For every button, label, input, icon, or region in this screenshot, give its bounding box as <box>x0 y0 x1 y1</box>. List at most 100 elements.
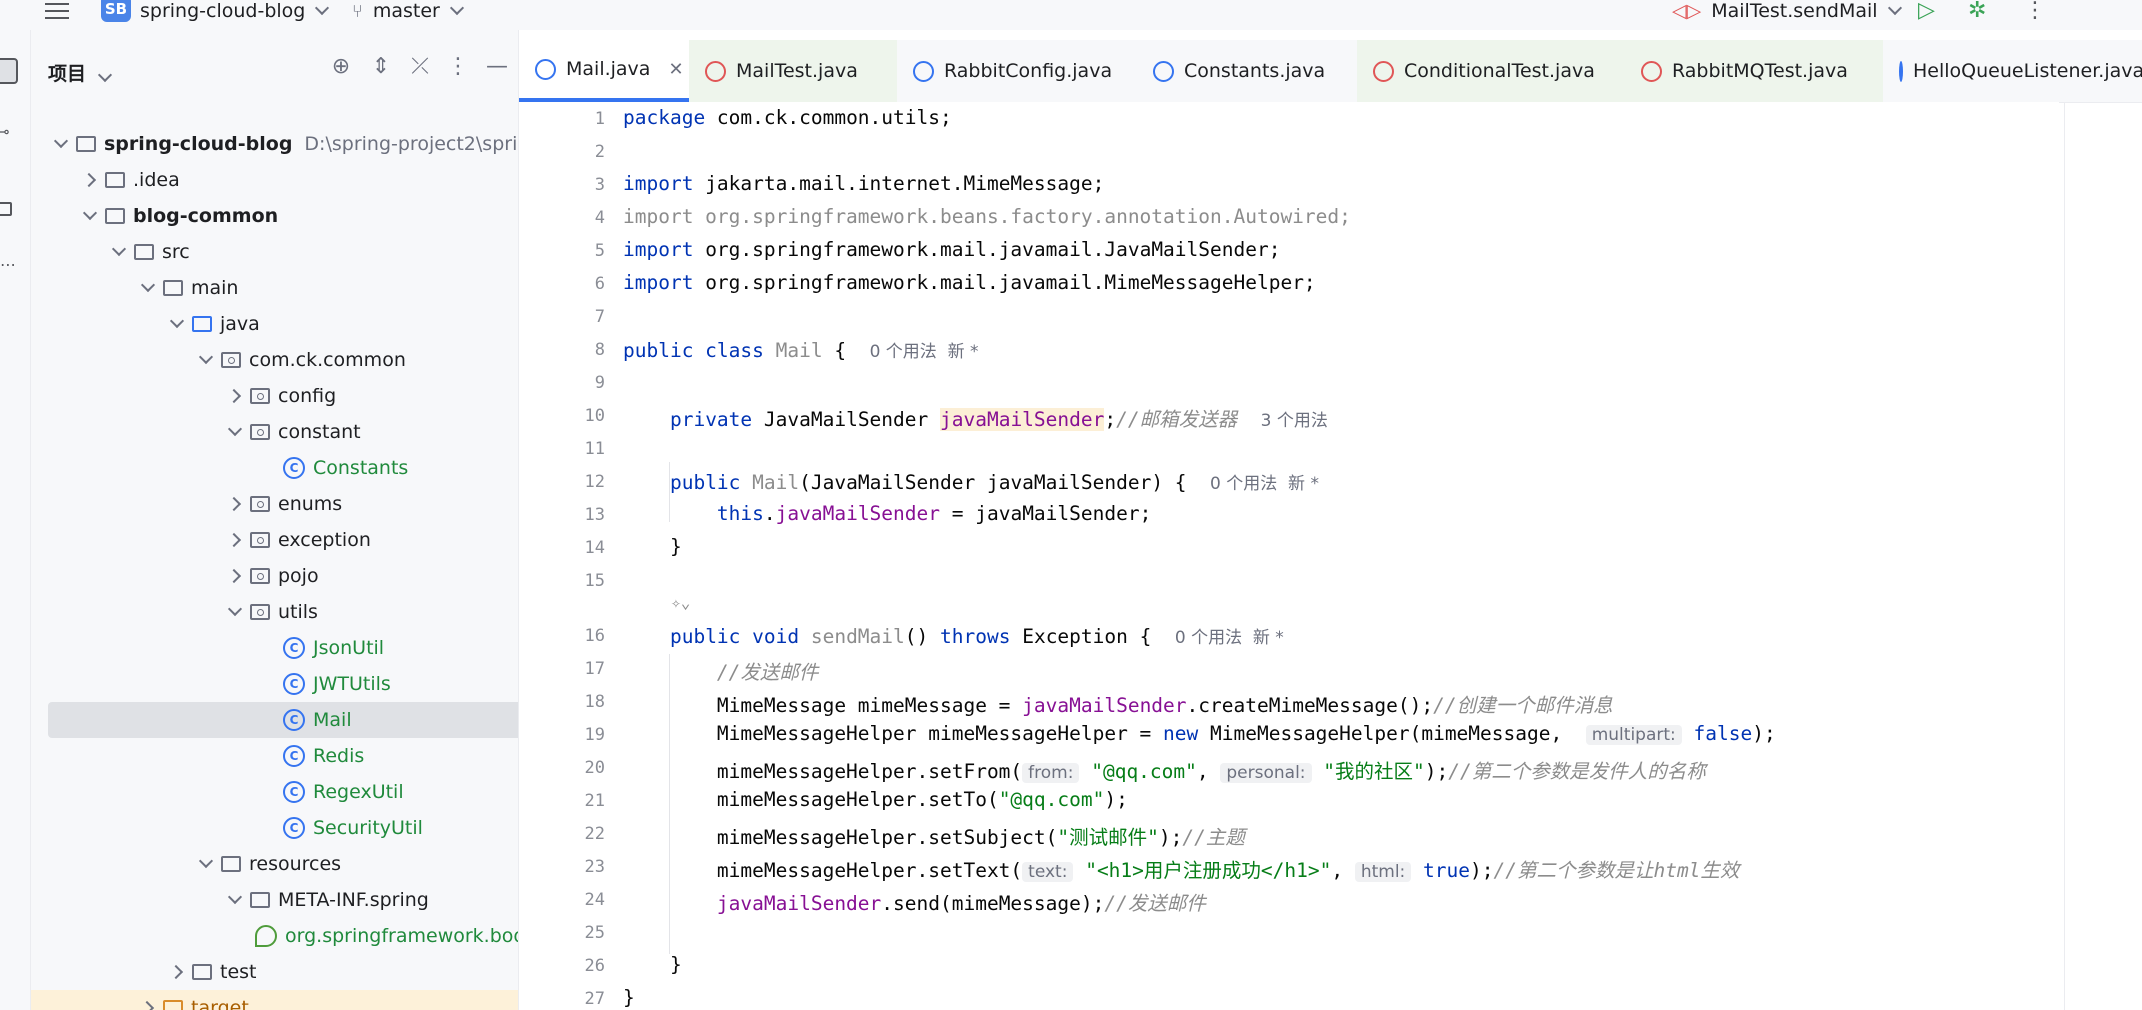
tree-label: com.ck.common <box>249 349 406 371</box>
expand-arrow-icon[interactable] <box>224 421 246 443</box>
tab-helloqueuelistener-java[interactable]: HelloQueueListener.java <box>1883 40 2142 102</box>
tool-window-strip: ⊸ ⋯ <box>0 30 31 1010</box>
structure-tool-icon[interactable] <box>0 202 12 216</box>
expand-arrow-icon[interactable] <box>50 133 72 155</box>
tree-item-redis[interactable]: C Redis <box>31 738 518 774</box>
code-line-6: import org.springframework.mail.javamail… <box>623 271 1316 294</box>
debug-icon[interactable]: ✲ <box>1968 0 1986 23</box>
line-number: 10 <box>584 406 605 426</box>
expand-all-icon[interactable]: ⇕ <box>368 54 394 79</box>
collapse-arrow-icon[interactable] <box>224 529 246 551</box>
tree-label: resources <box>249 853 342 875</box>
project-tool-icon[interactable] <box>0 58 18 84</box>
collapse-all-icon[interactable]: ⤫ <box>407 54 433 79</box>
class-icon <box>1153 60 1174 82</box>
tree-label: target <box>191 997 249 1010</box>
tree-item-idea[interactable]: .idea <box>31 162 518 198</box>
package-icon <box>221 352 241 368</box>
collapse-arrow-icon[interactable] <box>166 961 188 983</box>
tab-mailtest-java[interactable]: MailTest.java <box>689 40 897 102</box>
tree-item-resources[interactable]: resources <box>31 846 518 882</box>
tab-mail-java[interactable]: Mail.java ✕ <box>519 40 689 102</box>
commit-tool-icon[interactable]: ⊸ <box>0 122 9 141</box>
more-tools-icon[interactable]: ⋯ <box>0 255 16 274</box>
expand-arrow-icon[interactable] <box>224 889 246 911</box>
excluded-folder-icon <box>163 1000 183 1010</box>
expand-arrow-icon[interactable] <box>224 601 246 623</box>
test-class-icon <box>1641 60 1662 82</box>
tree-item-jsonutil[interactable]: C JsonUtil <box>31 630 518 666</box>
tree-item-target[interactable]: target <box>31 990 518 1010</box>
tree-item-securityutil[interactable]: C SecurityUtil <box>31 810 518 846</box>
tree-item-exception[interactable]: exception <box>31 522 518 558</box>
git-branch-icon: ⑂ <box>352 0 363 22</box>
tab-label: RabbitConfig.java <box>944 60 1113 82</box>
tree-item-spring-imports-file[interactable]: org.springframework.boot.a <box>31 918 518 954</box>
code-line-12: public Mail(JavaMailSender javaMailSende… <box>669 471 1319 494</box>
run-config-icon: ◁▷ <box>1672 0 1702 22</box>
tree-item-constant[interactable]: constant <box>31 414 518 450</box>
tree-item-test[interactable]: test <box>31 954 518 990</box>
expand-arrow-icon[interactable] <box>195 349 217 371</box>
expand-arrow-icon[interactable] <box>79 205 101 227</box>
code-line-17: //发送邮件 <box>716 661 819 684</box>
code-line-20: mimeMessageHelper.setFrom(from: "@qq.com… <box>716 760 1706 783</box>
tree-item-blog-common[interactable]: blog-common <box>31 198 518 234</box>
tree-label: SecurityUtil <box>313 817 423 839</box>
collapse-arrow-icon[interactable] <box>224 565 246 587</box>
tree-item-regexutil[interactable]: C RegexUtil <box>31 774 518 810</box>
tree-item-src[interactable]: src <box>31 234 518 270</box>
tab-rabbitmqtest-java[interactable]: RabbitMQTest.java <box>1625 40 1883 102</box>
ai-suggest-icon[interactable]: ✧⌄ <box>623 593 690 612</box>
class-icon <box>1899 60 1903 82</box>
project-selector[interactable]: spring-cloud-blog <box>140 0 330 22</box>
branch-selector[interactable]: ⑂ master <box>352 0 464 22</box>
line-number: 21 <box>584 791 605 811</box>
module-folder-icon <box>76 136 96 152</box>
main-menu-button[interactable] <box>44 0 70 22</box>
expand-arrow-icon[interactable] <box>195 853 217 875</box>
collapse-arrow-icon[interactable] <box>79 169 101 191</box>
line-number: 7 <box>594 307 605 327</box>
more-actions-icon[interactable]: ⋮ <box>2024 0 2046 23</box>
tree-item-enums[interactable]: enums <box>31 486 518 522</box>
expand-arrow-icon[interactable] <box>108 241 130 263</box>
test-class-icon <box>705 60 726 82</box>
run-config-selector[interactable]: ◁▷ MailTest.sendMail <box>1672 0 1902 22</box>
hide-panel-icon[interactable]: — <box>484 54 510 79</box>
project-panel-title[interactable]: 项目 <box>48 59 113 86</box>
collapse-arrow-icon[interactable] <box>224 385 246 407</box>
tree-item-pojo[interactable]: pojo <box>31 558 518 594</box>
collapse-arrow-icon[interactable] <box>224 493 246 515</box>
tab-constants-java[interactable]: Constants.java <box>1137 40 1357 102</box>
tree-item-utils[interactable]: utils <box>31 594 518 630</box>
expand-arrow-icon[interactable] <box>137 277 159 299</box>
usages-hint: 3 个用法 <box>1260 411 1328 431</box>
tree-item-java[interactable]: java <box>31 306 518 342</box>
line-number: 19 <box>584 725 605 745</box>
tree-item-config[interactable]: config <box>31 378 518 414</box>
code-editor[interactable]: package com.ck.common.utils; import jaka… <box>619 102 2059 1010</box>
close-tab-icon[interactable]: ✕ <box>668 59 683 80</box>
tab-conditionaltest-java[interactable]: ConditionalTest.java <box>1357 40 1625 102</box>
collapse-arrow-icon[interactable] <box>137 997 159 1010</box>
tab-label: RabbitMQTest.java <box>1672 60 1848 82</box>
line-number: 16 <box>584 626 605 646</box>
locate-icon[interactable]: ⊕ <box>328 54 354 79</box>
package-icon <box>250 568 270 584</box>
tree-item-main[interactable]: main <box>31 270 518 306</box>
tree-item-spring-cloud-blog[interactable]: spring-cloud-blog D:\spring-project2\spr… <box>31 126 518 162</box>
tree-item-com-ck-common[interactable]: com.ck.common <box>31 342 518 378</box>
tree-item-meta-inf-spring[interactable]: META-INF.spring <box>31 882 518 918</box>
expand-arrow-icon[interactable] <box>166 313 188 335</box>
line-number: 8 <box>594 340 605 360</box>
tab-rabbitconfig-java[interactable]: RabbitConfig.java <box>897 40 1137 102</box>
tree-item-constants[interactable]: C Constants <box>31 450 518 486</box>
run-icon[interactable]: ▷ <box>1918 0 1935 23</box>
tree-item-mail[interactable]: C Mail <box>48 702 518 738</box>
chevron-down-icon <box>315 0 330 16</box>
tab-label: MailTest.java <box>736 60 858 82</box>
options-icon[interactable]: ⋮ <box>445 54 471 79</box>
usages-hint: 0 个用法 新 * <box>869 342 979 362</box>
tree-item-jwtutils[interactable]: C JWTUtils <box>31 666 518 702</box>
